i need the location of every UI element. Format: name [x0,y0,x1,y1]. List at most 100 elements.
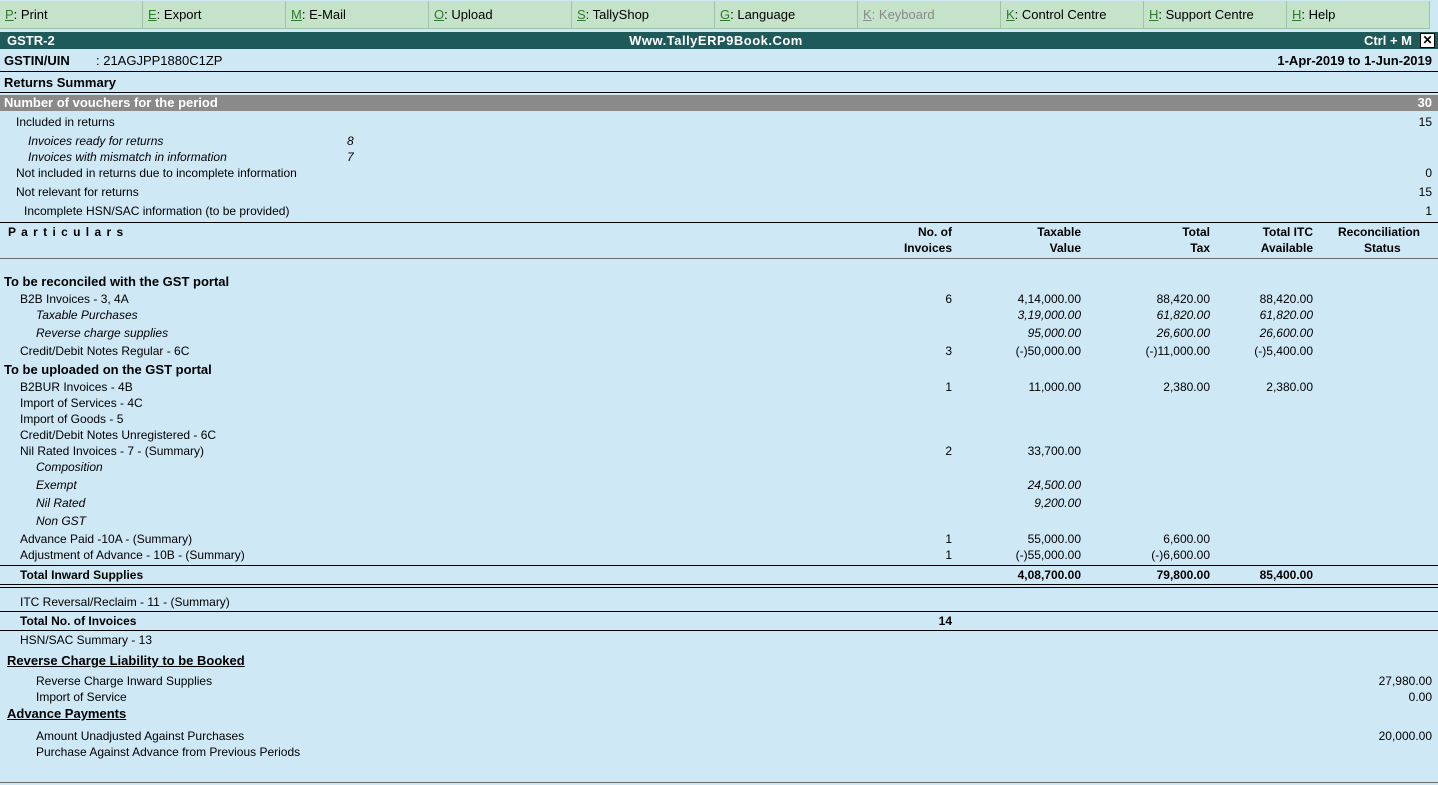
total-invoices-label[interactable]: Total No. of Invoices [20,614,136,628]
button-bar: P: Print E: Export M: E-Mail O: Upload S: Ta… [0,0,1438,31]
shortcut-key: O [434,7,445,22]
cdn-regular-itc: (-)5,400.00 [1254,344,1313,358]
unadjusted-value: 20,000.00 [1378,729,1432,743]
b2bur-taxable: 11,000.00 [1028,380,1082,394]
title-bar: GSTR-2 Www.TallyERP9Book.Com Ctrl + M ✕ [0,32,1438,49]
cdn-regular-label[interactable]: Credit/Debit Notes Regular - 6C [20,344,189,358]
col-itc-2: Available [1260,241,1313,255]
rcm-inward-value: 27,980.00 [1378,674,1432,688]
vouchers-label: Number of vouchers for the period [4,95,218,110]
adjustment-advance-tax: (-)6,600.00 [1151,548,1210,562]
b2bur-invoices: 1 [945,380,952,394]
col-taxable-2: Value [1049,241,1081,255]
incomplete-hsn-value: 1 [1425,204,1432,218]
period[interactable]: 1-Apr-2019 to 1-Jun-2019 [1277,53,1432,68]
cdn-regular-invoices: 3 [945,344,952,358]
included-value: 15 [1418,115,1432,129]
taxable-purchases-taxable: 3,19,000.00 [1017,308,1081,322]
shortcut-key: G [720,7,731,22]
hsn-summary-label[interactable]: HSN/SAC Summary - 13 [20,633,152,647]
col-taxable-1: Taxable [1037,225,1081,239]
menu-label: : Upload [444,7,493,22]
mismatch-label[interactable]: Invoices with mismatch in information [28,150,227,164]
rcm-inward-label[interactable]: Reverse Charge Inward Supplies [36,674,212,688]
adjustment-advance-taxable: (-)55,000.00 [1015,548,1081,562]
advance-paid-tax: 6,600.00 [1163,532,1210,546]
reverse-charge-itc: 26,600.00 [1259,326,1313,340]
import-service-label[interactable]: Import of Service [36,690,127,704]
b2b-itc: 88,420.00 [1259,292,1313,306]
incomplete-hsn-label[interactable]: Incomplete HSN/SAC information (to be pr… [24,204,289,218]
taxable-purchases-label[interactable]: Taxable Purchases [36,308,138,322]
menu-label: : Print [13,7,48,22]
menu-button-control-centre[interactable]: K: Control Centre [1001,1,1144,29]
nil-rated-sub-taxable: 9,200.00 [1034,496,1081,510]
menu-button-upload[interactable]: O: Upload [429,1,572,29]
menu-label: : Support Centre [1158,7,1254,22]
advance-payments-title: Advance Payments [7,706,127,721]
cdn-regular-taxable: (-)50,000.00 [1015,344,1081,358]
unadjusted-label[interactable]: Amount Unadjusted Against Purchases [36,729,244,743]
b2b-label[interactable]: B2B Invoices - 3, 4A [20,292,129,306]
not-relevant-value: 15 [1418,185,1432,199]
exempt-taxable: 24,500.00 [1027,478,1081,492]
reverse-charge-liability-title: Reverse Charge Liability to be Booked [7,653,245,668]
menu-label: : Help [1301,7,1336,22]
adjustment-advance-label[interactable]: Adjustment of Advance - 10B - (Summary) [20,548,245,562]
total-inward-itc: 85,400.00 [1259,568,1313,582]
not-relevant-label[interactable]: Not relevant for returns [16,185,139,199]
menu-button-export[interactable]: E: Export [143,1,286,29]
composition-label[interactable]: Composition [36,460,103,474]
nil-rated-label[interactable]: Nil Rated Invoices - 7 - (Summary) [20,444,204,458]
menu-label: : Control Centre [1014,7,1107,22]
advance-paid-invoices: 1 [945,532,952,546]
close-icon[interactable]: ✕ [1420,33,1435,48]
vouchers-row[interactable]: Number of vouchers for the period 30 [0,95,1438,111]
ready-label[interactable]: Invoices ready for returns [28,134,163,148]
shortcut-key: S [577,7,586,22]
reverse-charge-tax: 26,600.00 [1156,326,1210,340]
menu-label: : Keyboard [871,7,935,22]
import-services-label[interactable]: Import of Services - 4C [20,396,143,410]
shortcut-key: M [291,7,302,22]
menu-label: : Export [156,7,202,22]
itc-reversal-label[interactable]: ITC Reversal/Reclaim - 11 - (Summary) [20,595,230,609]
cdn-unregistered-label[interactable]: Credit/Debit Notes Unregistered - 6C [20,428,216,442]
ctrl-m-shortcut[interactable]: Ctrl + M [1364,32,1412,49]
menu-button-support-centre[interactable]: H: Support Centre [1144,1,1287,29]
b2b-invoices: 6 [945,292,952,306]
col-itc-1: Total ITC [1262,225,1313,239]
menu-button-language[interactable]: G: Language [715,1,858,29]
col-tax-1: Total [1182,225,1210,239]
col-particulars: P a r t i c u l a r s [8,225,125,239]
gstin-value: : 21AGJPP1880C1ZP [96,53,223,68]
total-invoices-value: 14 [938,614,952,628]
non-gst-label[interactable]: Non GST [36,514,86,528]
advance-paid-label[interactable]: Advance Paid -10A - (Summary) [20,532,192,546]
col-tax-2: Tax [1190,241,1210,255]
reverse-charge-label[interactable]: Reverse charge supplies [36,326,168,340]
col-reconciliation-1: Reconciliation [1338,225,1421,239]
import-goods-label[interactable]: Import of Goods - 5 [20,412,123,426]
ready-value: 8 [347,134,354,148]
b2bur-label[interactable]: B2BUR Invoices - 4B [20,380,133,394]
b2bur-tax: 2,380.00 [1163,380,1210,394]
menu-button-print[interactable]: P: Print [0,1,143,29]
menu-button-tallyshop[interactable]: S: TallyShop [572,1,715,29]
total-inward-label[interactable]: Total Inward Supplies [20,568,143,582]
section-upload-title: To be uploaded on the GST portal [4,362,212,377]
not-included-label[interactable]: Not included in returns due to incomplet… [16,166,297,180]
adjustment-advance-invoices: 1 [945,548,952,562]
section-reconcile-title: To be reconciled with the GST portal [4,274,230,289]
shortcut-key: K [863,7,872,22]
shortcut-key: H [1292,7,1302,22]
gstin-label: GSTIN/UIN [4,53,70,68]
menu-button-help[interactable]: H: Help [1287,1,1430,29]
menu-label: : TallyShop [585,7,650,22]
included-label[interactable]: Included in returns [16,115,115,129]
menu-label: : E-Mail [301,7,346,22]
menu-button-e-mail[interactable]: M: E-Mail [286,1,429,29]
exempt-label[interactable]: Exempt [36,478,77,492]
nil-rated-sub-label[interactable]: Nil Rated [36,496,85,510]
previous-periods-label[interactable]: Purchase Against Advance from Previous P… [36,745,300,759]
